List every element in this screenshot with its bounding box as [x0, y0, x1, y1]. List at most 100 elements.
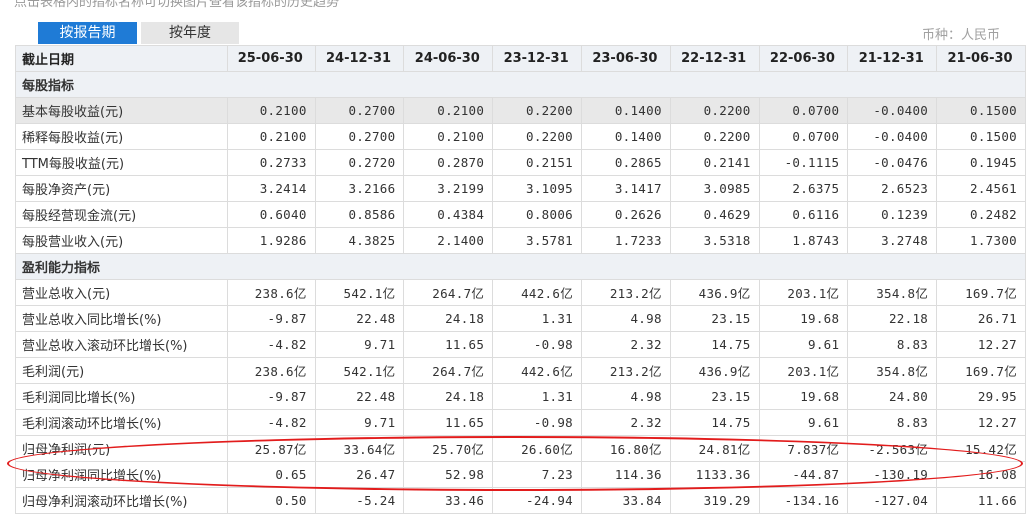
- table-cell-value: -9.87: [226, 383, 316, 410]
- table-cell-value: 0.2700: [314, 97, 405, 124]
- table-cell-value: 11.65: [403, 331, 494, 358]
- table-row: 每股经营现金流(元) 0.6040 0.8586 0.4384 0.8006 0.2626…: [15, 201, 1026, 228]
- table-row: TTM每股收益(元) 0.2733 0.2720 0.2870 0.2151 0.2865…: [15, 149, 1026, 176]
- table-cell-value: 1.7300: [936, 227, 1026, 254]
- table-cell-value: -44.87: [758, 461, 849, 488]
- table-cell-value: 169.7亿: [936, 357, 1026, 384]
- table-cell-value: 0.2200: [669, 97, 760, 124]
- table-cell-value: 2.6375: [758, 175, 849, 202]
- table-cell-value: 0.2200: [492, 97, 582, 124]
- indicator-name-link[interactable]: 毛利润滚动环比增长(%): [15, 409, 228, 436]
- table-row: 归母净利润滚动环比增长(%) 0.50 -5.24 33.46 -24.94 33.84 3…: [15, 487, 1026, 514]
- table-cell-value: 11.66: [936, 487, 1026, 514]
- table-cell-value: 0.1500: [936, 123, 1026, 150]
- table-cell-value: 542.1亿: [314, 279, 405, 306]
- table-cell-value: 14.75: [669, 331, 760, 358]
- table-cell-value: 22.18: [847, 305, 938, 332]
- table-cell-value: -24.94: [492, 487, 582, 514]
- section-header-row: 盈利能力指标: [15, 253, 1026, 280]
- table-cell-value: 14.75: [669, 409, 760, 436]
- indicator-name-link[interactable]: 归母净利润滚动环比增长(%): [15, 487, 228, 514]
- table-cell-value: 3.1095: [492, 175, 582, 202]
- table-cell-value: 12.27: [936, 409, 1026, 436]
- table-cell-value: -0.0476: [847, 149, 938, 176]
- table-cell-value: 3.2166: [314, 175, 405, 202]
- table-cell-value: 213.2亿: [581, 279, 671, 306]
- period-header: 25-06-30: [226, 45, 316, 72]
- table-cell-value: 3.2199: [403, 175, 494, 202]
- table-cell-value: 2.6523: [847, 175, 938, 202]
- table-cell-value: -0.98: [492, 409, 582, 436]
- table-cell-value: 12.27: [936, 331, 1026, 358]
- table-cell-value: 0.1400: [581, 97, 671, 124]
- indicator-name-link[interactable]: 每股经营现金流(元): [15, 201, 228, 228]
- table-cell-value: 0.0700: [758, 123, 849, 150]
- table-cell-value: 19.68: [758, 305, 849, 332]
- table-cell-value: 0.2870: [403, 149, 494, 176]
- table-cell-value: 8.83: [847, 331, 938, 358]
- table-cell-value: 29.95: [936, 383, 1026, 410]
- indicator-name-link[interactable]: TTM每股收益(元): [15, 149, 228, 176]
- table-cell-value: 354.8亿: [847, 357, 938, 384]
- tab-by-year[interactable]: 按年度: [141, 22, 239, 44]
- table-cell-value: 0.2700: [314, 123, 405, 150]
- indicator-name-link[interactable]: 稀释每股收益(元): [15, 123, 228, 150]
- table-cell-value: 4.98: [581, 305, 671, 332]
- table-cell-value: 0.2100: [226, 97, 316, 124]
- table-cell-value: -0.0400: [847, 97, 938, 124]
- table-cell-value: 52.98: [403, 461, 494, 488]
- table-cell-value: 3.2748: [847, 227, 938, 254]
- table-row: 稀释每股收益(元) 0.2100 0.2700 0.2100 0.2200 0.1400 0…: [15, 123, 1026, 150]
- table-cell-value: 19.68: [758, 383, 849, 410]
- table-cell-value: 0.1400: [581, 123, 671, 150]
- table-cell-value: 0.6040: [226, 201, 316, 228]
- table-cell-value: 7.837亿: [758, 435, 849, 462]
- table-cell-value: 0.1945: [936, 149, 1026, 176]
- currency-label: 币种：: [921, 28, 961, 43]
- table-cell-value: 24.80: [847, 383, 938, 410]
- table-cell-value: 436.9亿: [669, 357, 760, 384]
- header-date-label: 截止日期: [15, 45, 228, 72]
- table-row: 每股净资产(元) 3.2414 3.2166 3.2199 3.1095 3.1417 3.…: [15, 175, 1026, 202]
- indicator-name-link[interactable]: 营业总收入滚动环比增长(%): [15, 331, 228, 358]
- table-cell-value: 0.8006: [492, 201, 582, 228]
- indicator-name-link[interactable]: 归母净利润同比增长(%): [15, 461, 228, 488]
- table-cell-value: 26.60亿: [492, 435, 582, 462]
- table-cell-value: -0.98: [492, 331, 582, 358]
- table-cell-value: 23.15: [669, 305, 760, 332]
- table-row: 毛利润同比增长(%) -9.87 22.48 24.18 1.31 4.98 23.15 19…: [15, 383, 1026, 410]
- indicator-name-link[interactable]: 营业总收入同比增长(%): [15, 305, 228, 332]
- table-row: 毛利润(元) 238.6亿 542.1亿 264.7亿 442.6亿 213.2亿 436.…: [15, 357, 1026, 384]
- indicator-name-link[interactable]: 每股营业收入(元): [15, 227, 228, 254]
- table-cell-value: -5.24: [314, 487, 405, 514]
- period-header: 21-06-30: [936, 45, 1026, 72]
- table-cell-value: 0.2151: [492, 149, 582, 176]
- indicator-name-link[interactable]: 每股净资产(元): [15, 175, 228, 202]
- indicator-name-link[interactable]: 营业总收入(元): [15, 279, 228, 306]
- tab-by-report[interactable]: 按报告期: [38, 22, 137, 44]
- period-header: 23-06-30: [581, 45, 671, 72]
- table-cell-value: 542.1亿: [314, 357, 405, 384]
- table-cell-value: 169.7亿: [936, 279, 1026, 306]
- table-cell-value: 264.7亿: [403, 357, 494, 384]
- table-cell-value: 238.6亿: [226, 357, 316, 384]
- period-header: 21-12-31: [847, 45, 938, 72]
- table-cell-value: -134.16: [758, 487, 849, 514]
- table-row: 营业总收入滚动环比增长(%) -4.82 9.71 11.65 -0.98 2.32 14.…: [15, 331, 1026, 358]
- indicator-name-link[interactable]: 毛利润(元): [15, 357, 228, 384]
- table-cell-value: 1.31: [492, 305, 582, 332]
- table-cell-value: 33.46: [403, 487, 494, 514]
- table-cell-value: 264.7亿: [403, 279, 494, 306]
- table-cell-value: -130.19: [847, 461, 938, 488]
- indicator-name-link[interactable]: 基本每股收益(元): [15, 97, 228, 124]
- table-cell-value: 0.4629: [669, 201, 760, 228]
- table-cell-value: 0.2865: [581, 149, 671, 176]
- table-cell-value: 0.2100: [226, 123, 316, 150]
- financial-indicators-table: 截止日期 25-06-30 24-12-31 24-06-30 23-12-31…: [15, 45, 1026, 514]
- table-cell-value: -127.04: [847, 487, 938, 514]
- table-cell-value: 25.70亿: [403, 435, 494, 462]
- period-header: 22-06-30: [758, 45, 849, 72]
- table-cell-value: 3.2414: [226, 175, 316, 202]
- indicator-name-link[interactable]: 毛利润同比增长(%): [15, 383, 228, 410]
- indicator-name-link[interactable]: 归母净利润(元): [15, 435, 228, 462]
